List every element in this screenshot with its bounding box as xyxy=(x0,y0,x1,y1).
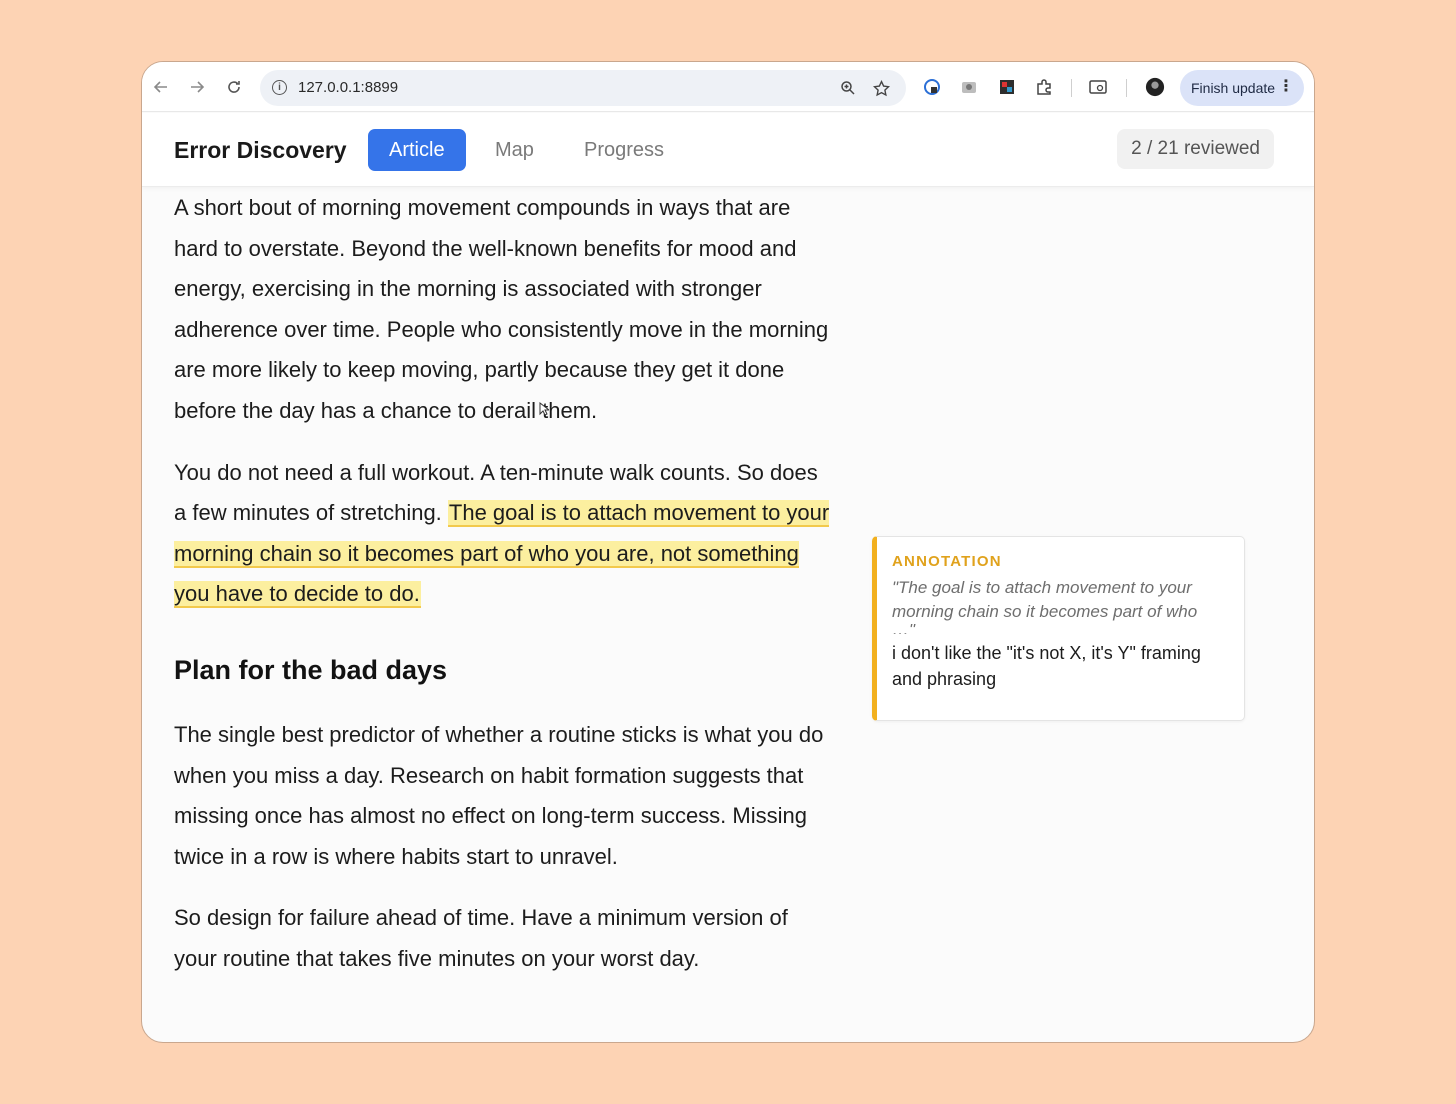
annotation-quote: "The goal is to attach movement to your … xyxy=(892,578,1198,621)
tab-progress[interactable]: Progress xyxy=(584,129,664,171)
app-header: Error Discovery Article Map Progress 2 /… xyxy=(142,113,1314,187)
app-title: Error Discovery xyxy=(174,137,347,163)
back-arrow-icon[interactable] xyxy=(150,76,172,98)
extension-icon[interactable] xyxy=(959,77,979,97)
puzzle-icon[interactable] xyxy=(1034,77,1054,97)
annotation-card[interactable]: ANNOTATION "The goal is to attach moveme… xyxy=(872,536,1245,721)
more-vert-icon[interactable]: ⋮ xyxy=(1278,79,1294,95)
toolbar-divider xyxy=(1126,79,1127,97)
finish-update-label: Finish update xyxy=(1191,80,1276,96)
annotation-label: ANNOTATION xyxy=(892,553,1002,570)
finish-update-button[interactable]: Finish update ⋮ xyxy=(1180,70,1304,106)
browser-toolbar: i 127.0.0.1:8899 Finish update ⋮ xyxy=(142,62,1314,112)
mouse-cursor-icon xyxy=(539,402,549,416)
annotation-note: i don't like the "it's not X, it's Y" fr… xyxy=(892,643,1201,689)
section-heading: Plan for the bad days xyxy=(174,654,448,685)
article-paragraph: The single best predictor of whether a r… xyxy=(174,721,824,869)
extension-icon[interactable] xyxy=(922,77,942,97)
url-text[interactable]: 127.0.0.1:8899 xyxy=(298,79,398,96)
avatar[interactable] xyxy=(1145,77,1165,97)
address-bar[interactable]: i 127.0.0.1:8899 xyxy=(260,70,906,106)
review-counter: 2 / 21 reviewed xyxy=(1117,129,1274,169)
article-body: A short bout of morning movement compoun… xyxy=(174,188,834,1001)
article-paragraph: You do not need a full workout. A ten-mi… xyxy=(174,453,834,615)
info-icon[interactable]: i xyxy=(272,80,287,95)
article-paragraph: So design for failure ahead of time. Hav… xyxy=(174,905,788,971)
browser-window: i 127.0.0.1:8899 Finish update ⋮ Error D… xyxy=(141,61,1315,1043)
zoom-icon[interactable] xyxy=(838,78,858,98)
sidebar-icon[interactable] xyxy=(1088,77,1108,97)
tab-article[interactable]: Article xyxy=(368,129,466,171)
reload-icon[interactable] xyxy=(223,76,245,98)
tab-map[interactable]: Map xyxy=(495,129,534,171)
article-paragraph: A short bout of morning movement compoun… xyxy=(174,195,829,423)
extension-icon[interactable] xyxy=(997,77,1017,97)
annotation-quote-end: …" xyxy=(892,624,916,634)
star-icon[interactable] xyxy=(871,78,891,98)
forward-arrow-icon[interactable] xyxy=(186,76,208,98)
toolbar-divider xyxy=(1071,79,1072,97)
